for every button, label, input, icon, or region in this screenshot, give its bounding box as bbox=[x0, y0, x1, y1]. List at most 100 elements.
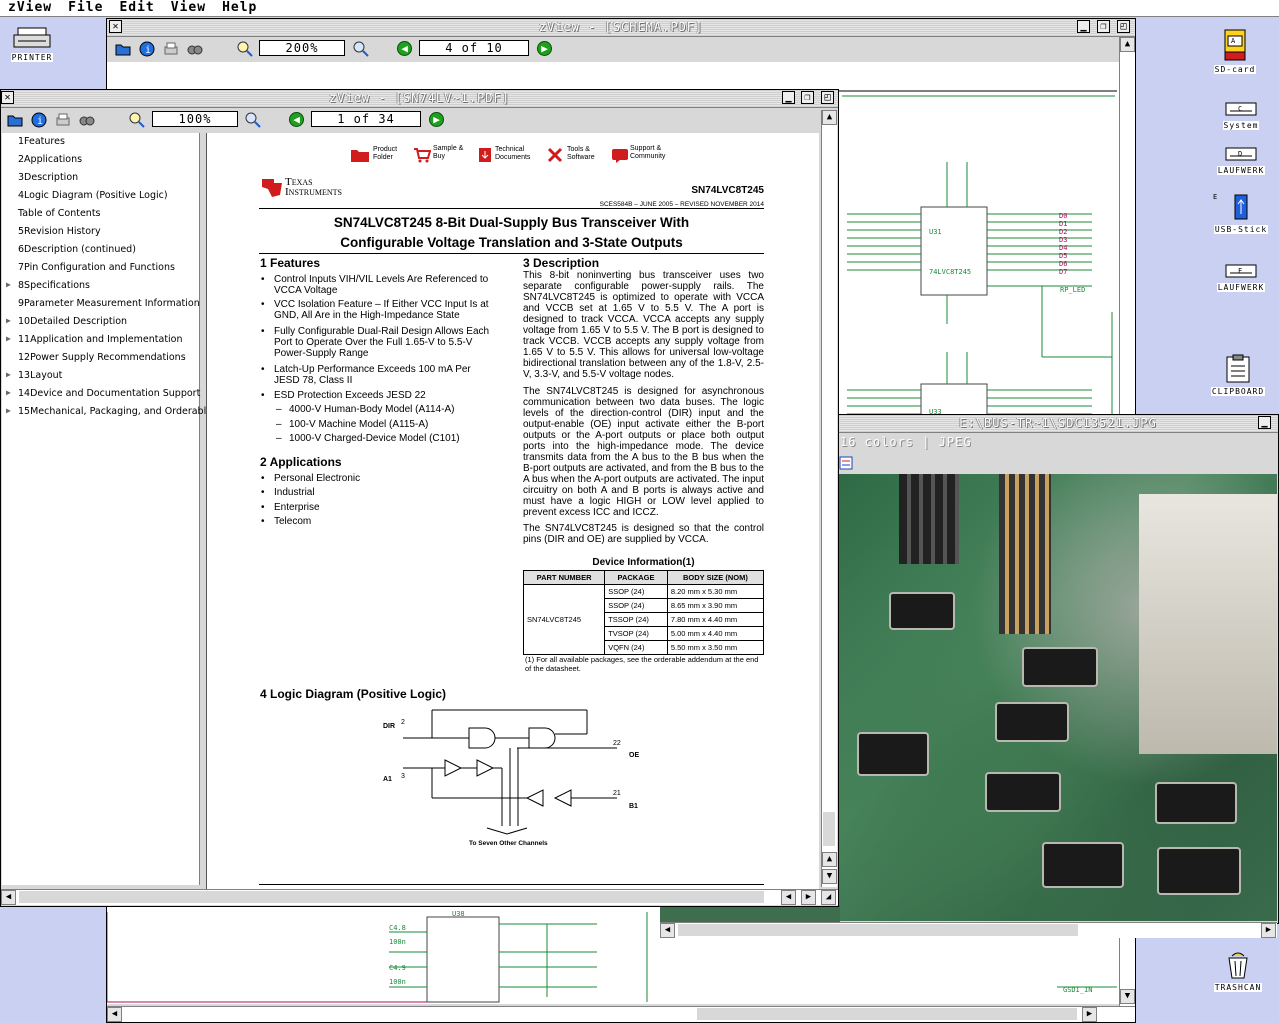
page-field[interactable]: 4 of 10 bbox=[419, 40, 529, 56]
scroll-right-button[interactable]: ▶ bbox=[1082, 1007, 1097, 1022]
scroll-thumb[interactable] bbox=[678, 924, 1078, 936]
print-icon[interactable] bbox=[163, 41, 179, 57]
schematic-pin-label: D2 bbox=[1059, 228, 1067, 236]
expand-triangle-icon[interactable]: ▶ bbox=[6, 406, 11, 415]
scroll-down-button[interactable]: ▼ bbox=[1120, 989, 1135, 1004]
open-folder-icon[interactable] bbox=[7, 112, 23, 128]
desktop-icon-laufwerk-d[interactable]: D LAUFWERK bbox=[1211, 145, 1271, 175]
scroll-up-button[interactable]: ▲ bbox=[822, 852, 837, 867]
outline-item[interactable]: 15Mechanical, Packaging, and Orderable bbox=[18, 406, 212, 417]
next-page-button[interactable]: ▶ bbox=[537, 41, 552, 56]
desktop-icon-laufwerk-f[interactable]: F LAUFWERK bbox=[1211, 262, 1271, 292]
outline-item[interactable]: 9Parameter Measurement Information bbox=[18, 298, 200, 309]
outline-item[interactable]: Table of Contents bbox=[18, 208, 101, 219]
scroll-left-button[interactable]: ◀ bbox=[1, 890, 16, 905]
print-icon[interactable] bbox=[55, 112, 71, 128]
scroll-thumb[interactable] bbox=[823, 812, 835, 846]
scroll-right-button[interactable]: ▶ bbox=[1261, 923, 1276, 938]
tools-software-link[interactable]: Tools & Software bbox=[567, 146, 595, 162]
svg-text:i: i bbox=[145, 45, 151, 56]
zoom-in-icon[interactable] bbox=[245, 112, 261, 128]
image-window-titlebar[interactable]: E:\BUS-TR~1\SDC13521.JPG ▁ bbox=[838, 415, 1278, 433]
find-icon[interactable] bbox=[187, 41, 203, 57]
expand-triangle-icon[interactable]: ▶ bbox=[6, 280, 11, 289]
scroll-left-button[interactable]: ◀ bbox=[660, 923, 675, 938]
menu-file[interactable]: File bbox=[60, 0, 111, 16]
scroll-thumb[interactable] bbox=[697, 1008, 1077, 1020]
zoom-field[interactable]: 200% bbox=[259, 40, 345, 56]
desktop-icon-clipboard[interactable]: CLIPBOARD bbox=[1208, 354, 1268, 396]
pdf-horizontal-scrollbar[interactable]: ◀ ◀ ▶ ◢ bbox=[1, 889, 838, 905]
outline-item[interactable]: 14Device and Documentation Support bbox=[18, 388, 200, 399]
expand-triangle-icon[interactable]: ▶ bbox=[6, 316, 11, 325]
scroll-up-button[interactable]: ▲ bbox=[1120, 37, 1135, 52]
outline-item[interactable]: 6Description (continued) bbox=[18, 244, 136, 255]
outline-item[interactable]: 1Features bbox=[18, 136, 65, 147]
seven-channels-label: To Seven Other Channels bbox=[469, 840, 548, 847]
scroll-left-button[interactable]: ◀ bbox=[781, 890, 796, 905]
iconify-button[interactable]: ▁ bbox=[1077, 20, 1090, 33]
scroll-down-button[interactable]: ▼ bbox=[822, 869, 837, 884]
scroll-right-button[interactable]: ▶ bbox=[801, 890, 816, 905]
previous-page-button[interactable]: ◀ bbox=[289, 112, 304, 127]
zoom-in-icon[interactable] bbox=[353, 41, 369, 57]
image-horizontal-scrollbar[interactable]: ◀ ▶ bbox=[660, 922, 1277, 938]
resize-handle[interactable]: ◢ bbox=[821, 890, 836, 905]
scroll-left-button[interactable]: ◀ bbox=[107, 1007, 122, 1022]
schema-horizontal-scrollbar[interactable]: ◀ ▶ bbox=[107, 1006, 1135, 1022]
outline-item[interactable]: 8Specifications bbox=[18, 280, 90, 291]
iconify-button[interactable]: ▁ bbox=[1258, 416, 1271, 429]
outline-item[interactable]: 4Logic Diagram (Positive Logic) bbox=[18, 190, 168, 201]
document-title: SN74LVC8T245 8-Bit Dual-Supply Bus Trans… bbox=[333, 215, 690, 250]
ic-chip bbox=[1044, 844, 1122, 886]
desktop-icon-printer[interactable]: PRINTER bbox=[2, 26, 62, 62]
backdrop-button[interactable]: ◰ bbox=[1117, 20, 1130, 33]
scroll-thumb[interactable] bbox=[19, 891, 764, 903]
outline-item[interactable]: 7Pin Configuration and Functions bbox=[18, 262, 175, 273]
schematic-pin-label: D1 bbox=[1059, 220, 1067, 228]
zoom-out-icon[interactable] bbox=[237, 41, 253, 57]
menu-help[interactable]: Help bbox=[214, 0, 265, 16]
info-icon[interactable]: i bbox=[139, 41, 155, 57]
outline-item[interactable]: 10Detailed Description bbox=[18, 316, 127, 327]
next-page-button[interactable]: ▶ bbox=[429, 112, 444, 127]
support-community-link[interactable]: Support & Community bbox=[630, 145, 665, 161]
info-icon[interactable]: i bbox=[31, 112, 47, 128]
image-info-icon[interactable] bbox=[839, 456, 853, 470]
sample-buy-link[interactable]: Sample & Buy bbox=[433, 145, 463, 161]
outline-item[interactable]: 13Layout bbox=[18, 370, 62, 381]
fuller-button[interactable]: ❐ bbox=[801, 91, 814, 104]
expand-triangle-icon[interactable]: ▶ bbox=[6, 388, 11, 397]
expand-triangle-icon[interactable]: ▶ bbox=[6, 334, 11, 343]
page-field[interactable]: 1 of 34 bbox=[311, 111, 421, 127]
product-folder-link[interactable]: Product Folder bbox=[373, 146, 397, 162]
desktop-icon-sd-card[interactable]: A SD-card bbox=[1205, 28, 1265, 74]
desktop-icon-system[interactable]: C System bbox=[1211, 100, 1271, 130]
backdrop-button[interactable]: ◰ bbox=[821, 91, 834, 104]
zoom-field[interactable]: 100% bbox=[152, 111, 238, 127]
pdf-vertical-scrollbar[interactable]: ▲ ▲ ▼ bbox=[821, 110, 837, 887]
zoom-out-icon[interactable] bbox=[129, 112, 145, 128]
iconify-button[interactable]: ▁ bbox=[782, 91, 795, 104]
menu-zview[interactable]: zView bbox=[0, 0, 60, 16]
desktop-icon-usb-stick[interactable]: E USB-Stick bbox=[1211, 192, 1271, 234]
pdf-window-titlebar[interactable]: ✕ zView - [SN74LV~1.PDF] ▁ ❐ ◰ bbox=[1, 90, 838, 108]
menu-edit[interactable]: Edit bbox=[111, 0, 162, 16]
printer-icon bbox=[13, 27, 51, 48]
menu-view[interactable]: View bbox=[163, 0, 214, 16]
outline-item[interactable]: 12Power Supply Recommendations bbox=[18, 352, 186, 363]
outline-item[interactable]: 3Description bbox=[18, 172, 78, 183]
schema-window-titlebar[interactable]: ✕ zView - [SCHEMA.PDF] ▁ ❐ ◰ bbox=[107, 19, 1135, 37]
community-icon bbox=[612, 149, 628, 163]
outline-item[interactable]: 2Applications bbox=[18, 154, 82, 165]
find-icon[interactable] bbox=[79, 112, 95, 128]
fuller-button[interactable]: ❐ bbox=[1097, 20, 1110, 33]
previous-page-button[interactable]: ◀ bbox=[397, 41, 412, 56]
open-folder-icon[interactable] bbox=[115, 41, 131, 57]
outline-item[interactable]: 11Application and Implementation bbox=[18, 334, 183, 345]
scroll-up-button[interactable]: ▲ bbox=[822, 110, 837, 125]
technical-documents-link[interactable]: Technical Documents bbox=[495, 146, 530, 162]
outline-item[interactable]: 5Revision History bbox=[18, 226, 101, 237]
desktop-icon-trashcan[interactable]: TRASHCAN bbox=[1208, 950, 1268, 992]
expand-triangle-icon[interactable]: ▶ bbox=[6, 370, 11, 379]
